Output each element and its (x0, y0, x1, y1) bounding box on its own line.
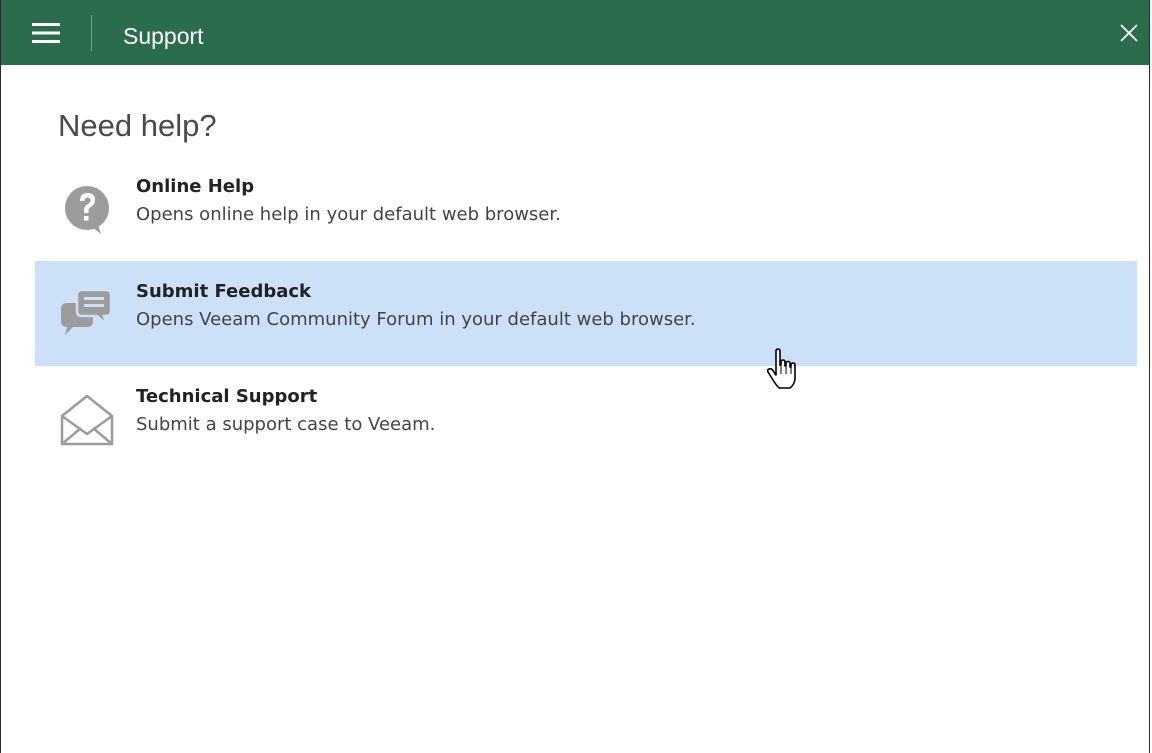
close-button[interactable] (1109, 0, 1149, 65)
technical-support-description: Submit a support case to Veeam. (136, 414, 436, 435)
technical-support-item[interactable]: Technical Support Submit a support case … (35, 366, 1137, 471)
question-bubble-icon (65, 186, 109, 234)
online-help-label: Online Help (136, 176, 255, 197)
hamburger-menu-button[interactable] (1, 0, 91, 65)
chat-bubbles-icon (61, 288, 113, 335)
title-separator (91, 15, 92, 51)
online-help-item[interactable]: Online Help Opens online help in your de… (35, 156, 1137, 261)
online-help-description: Opens online help in your default web br… (136, 204, 561, 225)
technical-support-label: Technical Support (136, 386, 318, 407)
support-window: Support Need help? Online Help Opens onl… (0, 0, 1150, 753)
submit-feedback-item[interactable]: Submit Feedback Opens Veeam Community Fo… (35, 261, 1137, 366)
close-icon (1120, 23, 1138, 42)
submit-feedback-label: Submit Feedback (136, 281, 311, 302)
page-heading: Need help? (58, 108, 217, 143)
title-bar: Support (1, 0, 1149, 65)
window-title: Support (123, 23, 204, 49)
submit-feedback-description: Opens Veeam Community Forum in your defa… (136, 309, 696, 330)
hamburger-menu-icon (32, 22, 60, 43)
envelope-icon (60, 394, 114, 446)
